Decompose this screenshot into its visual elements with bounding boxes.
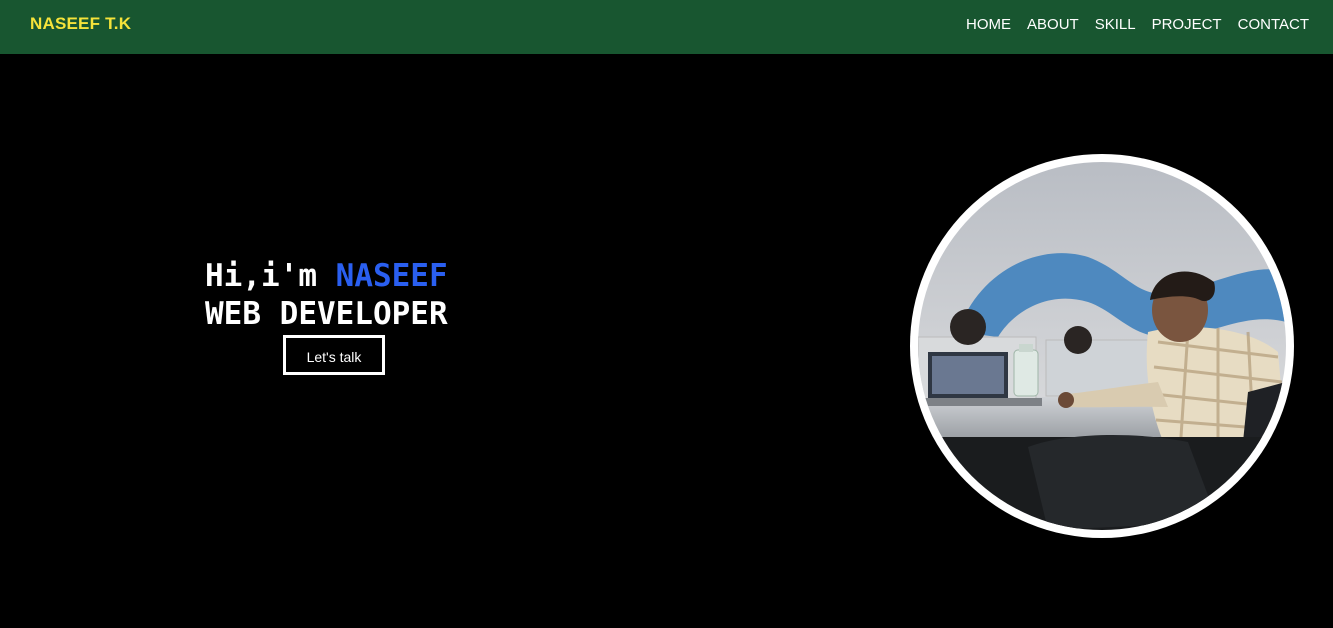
hero-role: WEB DEVELOPER (205, 296, 448, 332)
hero-intro: Hi,i'm NASEEF WEB DEVELOPER (205, 257, 448, 333)
nav-links: HOME ABOUT SKILL PROJECT CONTACT (966, 16, 1309, 33)
nav-home-link[interactable]: HOME (966, 16, 1011, 33)
nav-contact-link[interactable]: CONTACT (1238, 16, 1309, 33)
hero-name: NASEEF (335, 258, 448, 294)
hero-greeting: Hi,i'm (205, 258, 336, 294)
nav-skill-link[interactable]: SKILL (1095, 16, 1136, 33)
navbar: NASEEF T.K HOME ABOUT SKILL PROJECT CONT… (0, 0, 1333, 54)
profile-photo (918, 162, 1286, 530)
lets-talk-button[interactable]: Let's talk (283, 335, 385, 375)
hero-greeting-line: Hi,i'm NASEEF (205, 257, 448, 295)
profile-photo-frame (910, 154, 1294, 538)
nav-about-link[interactable]: ABOUT (1027, 16, 1079, 33)
nav-project-link[interactable]: PROJECT (1152, 16, 1222, 33)
brand-logo[interactable]: NASEEF T.K (30, 14, 131, 34)
